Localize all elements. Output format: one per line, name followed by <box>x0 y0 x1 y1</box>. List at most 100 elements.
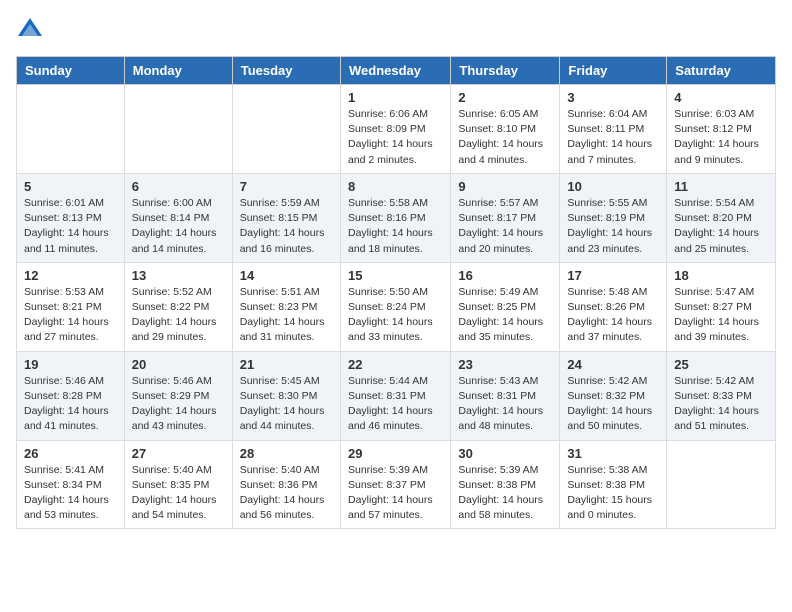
day-info: Sunrise: 5:46 AM Sunset: 8:28 PM Dayligh… <box>24 374 117 435</box>
week-row-4: 19 Sunrise: 5:46 AM Sunset: 8:28 PM Dayli… <box>17 351 776 440</box>
day-number: 2 <box>458 90 552 105</box>
day-number: 5 <box>24 179 117 194</box>
day-info: Sunrise: 5:39 AM Sunset: 8:38 PM Dayligh… <box>458 463 552 524</box>
day-number: 13 <box>132 268 225 283</box>
week-row-1: 1Sunrise: 6:06 AM Sunset: 8:09 PM Daylig… <box>17 85 776 174</box>
day-number: 17 <box>567 268 659 283</box>
weekday-header-wednesday: Wednesday <box>340 57 450 85</box>
day-info: Sunrise: 5:51 AM Sunset: 8:23 PM Dayligh… <box>240 285 333 346</box>
day-number: 11 <box>674 179 768 194</box>
weekday-header-saturday: Saturday <box>667 57 776 85</box>
week-row-2: 5 Sunrise: 6:01 AM Sunset: 8:13 PM Daylig… <box>17 173 776 262</box>
day-info: Sunrise: 6:05 AM Sunset: 8:10 PM Dayligh… <box>458 107 552 168</box>
day-cell <box>17 85 125 174</box>
day-number: 6 <box>132 179 225 194</box>
day-info: Sunrise: 5:47 AM Sunset: 8:27 PM Dayligh… <box>674 285 768 346</box>
day-info: Sunrise: 6:01 AM Sunset: 8:13 PM Dayligh… <box>24 196 117 257</box>
weekday-header-thursday: Thursday <box>451 57 560 85</box>
day-info: Sunrise: 5:49 AM Sunset: 8:25 PM Dayligh… <box>458 285 552 346</box>
day-cell: 8 Sunrise: 5:58 AM Sunset: 8:16 PM Daylig… <box>340 173 450 262</box>
weekday-header-sunday: Sunday <box>17 57 125 85</box>
day-number: 3 <box>567 90 659 105</box>
day-number: 9 <box>458 179 552 194</box>
week-row-3: 12 Sunrise: 5:53 AM Sunset: 8:21 PM Dayli… <box>17 262 776 351</box>
day-number: 24 <box>567 357 659 372</box>
day-info: Sunrise: 5:42 AM Sunset: 8:33 PM Dayligh… <box>674 374 768 435</box>
weekday-header-monday: Monday <box>124 57 232 85</box>
day-cell: 23 Sunrise: 5:43 AM Sunset: 8:31 PM Dayli… <box>451 351 560 440</box>
day-info: Sunrise: 6:04 AM Sunset: 8:11 PM Dayligh… <box>567 107 659 168</box>
day-cell: 17 Sunrise: 5:48 AM Sunset: 8:26 PM Dayli… <box>560 262 667 351</box>
day-number: 26 <box>24 446 117 461</box>
day-number: 8 <box>348 179 443 194</box>
day-number: 19 <box>24 357 117 372</box>
day-info: Sunrise: 5:42 AM Sunset: 8:32 PM Dayligh… <box>567 374 659 435</box>
day-cell: 20 Sunrise: 5:46 AM Sunset: 8:29 PM Dayli… <box>124 351 232 440</box>
day-info: Sunrise: 5:40 AM Sunset: 8:36 PM Dayligh… <box>240 463 333 524</box>
weekday-header-friday: Friday <box>560 57 667 85</box>
day-info: Sunrise: 6:00 AM Sunset: 8:14 PM Dayligh… <box>132 196 225 257</box>
day-number: 14 <box>240 268 333 283</box>
day-info: Sunrise: 6:03 AM Sunset: 8:12 PM Dayligh… <box>674 107 768 168</box>
day-cell <box>124 85 232 174</box>
day-cell: 25 Sunrise: 5:42 AM Sunset: 8:33 PM Dayli… <box>667 351 776 440</box>
day-number: 30 <box>458 446 552 461</box>
day-cell: 19 Sunrise: 5:46 AM Sunset: 8:28 PM Dayli… <box>17 351 125 440</box>
day-number: 12 <box>24 268 117 283</box>
day-info: Sunrise: 5:45 AM Sunset: 8:30 PM Dayligh… <box>240 374 333 435</box>
weekday-header-tuesday: Tuesday <box>232 57 340 85</box>
day-info: Sunrise: 5:58 AM Sunset: 8:16 PM Dayligh… <box>348 196 443 257</box>
day-cell: 9 Sunrise: 5:57 AM Sunset: 8:17 PM Daylig… <box>451 173 560 262</box>
day-info: Sunrise: 5:50 AM Sunset: 8:24 PM Dayligh… <box>348 285 443 346</box>
day-cell: 27 Sunrise: 5:40 AM Sunset: 8:35 PM Dayli… <box>124 440 232 529</box>
day-info: Sunrise: 5:38 AM Sunset: 8:38 PM Dayligh… <box>567 463 659 524</box>
day-cell: 31Sunrise: 5:38 AM Sunset: 8:38 PM Dayli… <box>560 440 667 529</box>
day-info: Sunrise: 5:52 AM Sunset: 8:22 PM Dayligh… <box>132 285 225 346</box>
day-number: 15 <box>348 268 443 283</box>
day-number: 21 <box>240 357 333 372</box>
day-info: Sunrise: 5:53 AM Sunset: 8:21 PM Dayligh… <box>24 285 117 346</box>
day-info: Sunrise: 5:40 AM Sunset: 8:35 PM Dayligh… <box>132 463 225 524</box>
day-cell: 3 Sunrise: 6:04 AM Sunset: 8:11 PM Daylig… <box>560 85 667 174</box>
day-number: 22 <box>348 357 443 372</box>
day-number: 28 <box>240 446 333 461</box>
day-cell: 5 Sunrise: 6:01 AM Sunset: 8:13 PM Daylig… <box>17 173 125 262</box>
day-info: Sunrise: 5:59 AM Sunset: 8:15 PM Dayligh… <box>240 196 333 257</box>
day-number: 7 <box>240 179 333 194</box>
day-cell: 6 Sunrise: 6:00 AM Sunset: 8:14 PM Daylig… <box>124 173 232 262</box>
day-info: Sunrise: 5:39 AM Sunset: 8:37 PM Dayligh… <box>348 463 443 524</box>
day-cell: 11 Sunrise: 5:54 AM Sunset: 8:20 PM Dayli… <box>667 173 776 262</box>
day-number: 16 <box>458 268 552 283</box>
page-header <box>16 16 776 44</box>
day-number: 29 <box>348 446 443 461</box>
day-number: 23 <box>458 357 552 372</box>
day-cell: 1Sunrise: 6:06 AM Sunset: 8:09 PM Daylig… <box>340 85 450 174</box>
day-cell: 26 Sunrise: 5:41 AM Sunset: 8:34 PM Dayli… <box>17 440 125 529</box>
day-cell: 15 Sunrise: 5:50 AM Sunset: 8:24 PM Dayli… <box>340 262 450 351</box>
day-info: Sunrise: 5:48 AM Sunset: 8:26 PM Dayligh… <box>567 285 659 346</box>
day-info: Sunrise: 5:43 AM Sunset: 8:31 PM Dayligh… <box>458 374 552 435</box>
logo-icon <box>16 16 44 44</box>
day-cell: 21 Sunrise: 5:45 AM Sunset: 8:30 PM Dayli… <box>232 351 340 440</box>
day-cell: 10Sunrise: 5:55 AM Sunset: 8:19 PM Dayli… <box>560 173 667 262</box>
day-number: 4 <box>674 90 768 105</box>
day-number: 20 <box>132 357 225 372</box>
day-number: 10 <box>567 179 659 194</box>
weekday-header-row: SundayMondayTuesdayWednesdayThursdayFrid… <box>17 57 776 85</box>
day-cell: 2 Sunrise: 6:05 AM Sunset: 8:10 PM Daylig… <box>451 85 560 174</box>
day-number: 25 <box>674 357 768 372</box>
logo <box>16 16 48 44</box>
day-number: 27 <box>132 446 225 461</box>
day-info: Sunrise: 5:46 AM Sunset: 8:29 PM Dayligh… <box>132 374 225 435</box>
week-row-5: 26 Sunrise: 5:41 AM Sunset: 8:34 PM Dayli… <box>17 440 776 529</box>
day-number: 18 <box>674 268 768 283</box>
day-info: Sunrise: 5:54 AM Sunset: 8:20 PM Dayligh… <box>674 196 768 257</box>
day-info: Sunrise: 5:41 AM Sunset: 8:34 PM Dayligh… <box>24 463 117 524</box>
day-cell: 29 Sunrise: 5:39 AM Sunset: 8:37 PM Dayli… <box>340 440 450 529</box>
calendar-table: SundayMondayTuesdayWednesdayThursdayFrid… <box>16 56 776 529</box>
day-cell: 14 Sunrise: 5:51 AM Sunset: 8:23 PM Dayli… <box>232 262 340 351</box>
day-cell <box>667 440 776 529</box>
day-cell: 30 Sunrise: 5:39 AM Sunset: 8:38 PM Dayli… <box>451 440 560 529</box>
day-cell: 22Sunrise: 5:44 AM Sunset: 8:31 PM Dayli… <box>340 351 450 440</box>
day-info: Sunrise: 5:57 AM Sunset: 8:17 PM Dayligh… <box>458 196 552 257</box>
